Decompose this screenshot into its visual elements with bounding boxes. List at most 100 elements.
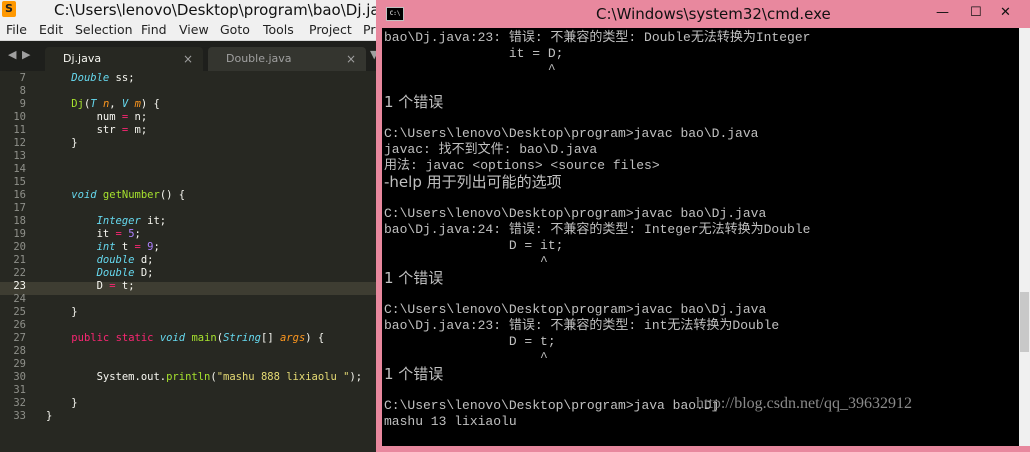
menu-find[interactable]: Find bbox=[141, 20, 167, 40]
maximize-icon[interactable]: ☐ bbox=[970, 4, 982, 22]
code-token: d; bbox=[134, 254, 154, 266]
code-token: ; bbox=[153, 241, 160, 253]
sublime-text-icon: S bbox=[2, 1, 16, 17]
scrollbar-thumb[interactable] bbox=[1020, 292, 1029, 352]
code-token: Double bbox=[96, 267, 135, 279]
code-token: t; bbox=[115, 280, 135, 292]
code-token: double bbox=[96, 254, 135, 266]
code-line: num = n; bbox=[46, 111, 148, 124]
menu-tools[interactable]: Tools bbox=[263, 20, 294, 40]
code-token: ); bbox=[349, 371, 363, 383]
code-line: } bbox=[46, 137, 78, 150]
code-token: println bbox=[166, 371, 211, 383]
menu-edit[interactable]: Edit bbox=[39, 20, 63, 40]
code-token: t bbox=[115, 241, 135, 253]
console-line: -help 用于列出可能的选项 bbox=[384, 173, 562, 191]
cmd-title-bar: C:\ C:\Windows\system32\cmd.exe — ☐ ✕ bbox=[376, 0, 1030, 28]
code-line: Double D; bbox=[46, 267, 154, 280]
code-token: } bbox=[46, 410, 53, 422]
editor-tab-bar: ◀ ▶ Dj.java × Double.java × ▼ bbox=[0, 41, 376, 71]
console-scrollbar[interactable] bbox=[1019, 28, 1030, 446]
console-line: C:\Users\lenovo\Desktop\program>javac ba… bbox=[384, 302, 767, 317]
code-area[interactable]: Double ss; Dj(T n, V m) { num = n; str =… bbox=[0, 71, 376, 452]
menu-view[interactable]: View bbox=[179, 20, 209, 40]
code-token: System.out. bbox=[46, 371, 167, 383]
console-output[interactable]: bao\Dj.java:23: 错误: 不兼容的类型: Double无法转换为I… bbox=[382, 28, 1019, 446]
close-tab-icon[interactable]: × bbox=[346, 47, 356, 71]
menu-project[interactable]: Project bbox=[309, 20, 352, 40]
tab-scroll-right-icon[interactable]: ▶ bbox=[22, 48, 30, 62]
editor-title-bar: S C:\Users\lenovo\Desktop\program\bao\Dj… bbox=[0, 0, 376, 20]
blog-watermark: http://blog.csdn.net/qq_39632912 bbox=[696, 395, 912, 412]
console-line: it = D; bbox=[384, 46, 564, 61]
code-token: String bbox=[223, 332, 262, 344]
console-line: ^ bbox=[384, 62, 556, 77]
code-token: ) { bbox=[140, 98, 160, 110]
cmd-window: C:\ C:\Windows\system32\cmd.exe — ☐ ✕ ba… bbox=[376, 0, 1030, 452]
console-line: 用法: javac <options> <source files> bbox=[384, 158, 660, 173]
code-token: } bbox=[46, 397, 78, 409]
code-line: int t = 9; bbox=[46, 241, 160, 254]
code-line: Double ss; bbox=[46, 72, 135, 85]
code-line: double d; bbox=[46, 254, 154, 267]
code-token: ) { bbox=[305, 332, 325, 344]
code-token: , bbox=[109, 98, 122, 110]
console-line: ^ bbox=[384, 350, 548, 365]
code-line: } bbox=[46, 306, 78, 319]
console-line: 1 个错误 bbox=[384, 269, 444, 287]
menu-selection[interactable]: Selection bbox=[75, 20, 133, 40]
code-token: } bbox=[46, 306, 78, 318]
console-line: bao\Dj.java:24: 错误: 不兼容的类型: Integer无法转换为… bbox=[384, 222, 811, 237]
menu-file[interactable]: File bbox=[6, 20, 27, 40]
menu-goto[interactable]: Goto bbox=[220, 20, 250, 40]
tab-scroll-left-icon[interactable]: ◀ bbox=[8, 48, 16, 62]
console-line: bao\Dj.java:23: 错误: 不兼容的类型: int无法转换为Doub… bbox=[384, 318, 780, 333]
console-line: 1 个错误 bbox=[384, 365, 444, 383]
code-line: void getNumber() { bbox=[46, 189, 185, 202]
code-token: getNumber bbox=[102, 189, 160, 201]
code-token: [] bbox=[261, 332, 280, 344]
code-line: it = 5; bbox=[46, 228, 141, 241]
code-token: Dj bbox=[71, 98, 84, 110]
code-token: Integer bbox=[96, 215, 141, 227]
code-line: D = t; bbox=[46, 280, 135, 293]
console-line: 1 个错误 bbox=[384, 93, 444, 111]
code-token: it bbox=[46, 228, 116, 240]
menu-preferences[interactable]: Pr bbox=[363, 20, 375, 40]
cmd-window-title: C:\Windows\system32\cmd.exe bbox=[596, 5, 831, 23]
console-line: bao\Dj.java:23: 错误: 不兼容的类型: Double无法转换为I… bbox=[384, 30, 811, 45]
code-token: args bbox=[279, 332, 306, 344]
editor-menu-bar: File Edit Selection Find View Goto Tools… bbox=[0, 20, 376, 41]
close-tab-icon[interactable]: × bbox=[183, 47, 193, 71]
tab-dj-java[interactable]: Dj.java × bbox=[45, 47, 203, 71]
code-line: Dj(T n, V m) { bbox=[46, 98, 160, 111]
code-line: System.out.println("mashu 888 lixiaolu "… bbox=[46, 371, 363, 384]
code-token: main bbox=[191, 332, 217, 344]
code-token: ss; bbox=[109, 72, 135, 84]
code-token: ; bbox=[134, 228, 141, 240]
code-token: int bbox=[96, 241, 116, 253]
code-token: str bbox=[46, 124, 122, 136]
console-line: C:\Users\lenovo\Desktop\program>javac ba… bbox=[384, 126, 759, 141]
code-token: () { bbox=[159, 189, 186, 201]
code-token: "mashu 888 lixiaolu " bbox=[216, 371, 350, 383]
code-token: void bbox=[159, 332, 186, 344]
code-token: } bbox=[46, 137, 78, 149]
console-line: javac: 找不到文件: bao\D.java bbox=[384, 142, 598, 157]
console-line: D = t; bbox=[384, 334, 556, 349]
close-icon[interactable]: ✕ bbox=[1000, 4, 1011, 22]
code-token: static bbox=[115, 332, 154, 344]
code-line: Integer it; bbox=[46, 215, 167, 228]
minimize-icon[interactable]: — bbox=[936, 4, 949, 22]
code-token: public bbox=[71, 332, 110, 344]
code-line: } bbox=[46, 397, 78, 410]
code-editor-window: S C:\Users\lenovo\Desktop\program\bao\Dj… bbox=[0, 0, 376, 452]
console-line: C:\Users\lenovo\Desktop\program>java bao… bbox=[384, 398, 720, 413]
tab-double-java[interactable]: Double.java × bbox=[208, 47, 366, 71]
